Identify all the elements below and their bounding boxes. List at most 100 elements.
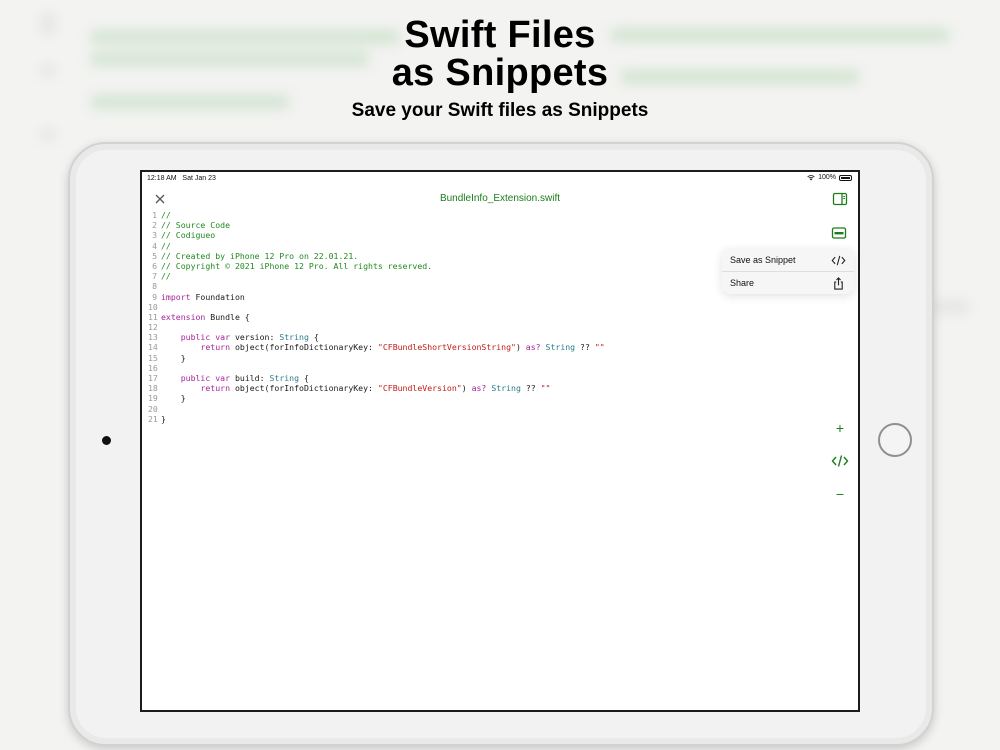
code-token: Bundle {	[205, 311, 250, 322]
code-line: 5 // Created by iPhone 12 Pro on 22.01.21…	[148, 251, 605, 261]
code-token: String	[279, 332, 309, 343]
code-token: Foundation	[190, 291, 245, 302]
menu-item-save-as-snippet[interactable]: Save as Snippet	[722, 249, 854, 271]
zoom-out-button[interactable]: −	[830, 484, 850, 504]
code-line: 13 public var version: String {	[148, 332, 605, 342]
insert-code-button[interactable]	[830, 451, 850, 471]
line-number: 17	[148, 373, 158, 383]
code-token: )	[515, 342, 526, 353]
code-token: var	[215, 332, 231, 343]
side-toolbar: + −	[830, 418, 850, 517]
line-number: 19	[148, 393, 158, 404]
code-line: 12	[148, 322, 605, 332]
front-camera	[102, 436, 111, 445]
code-token: return	[200, 342, 231, 353]
code-token: return	[200, 383, 231, 394]
line-number: 5	[152, 250, 157, 261]
code-line: 17 public var build: String {	[148, 373, 605, 383]
code-line: 18 return object(forInfoDictionaryKey: "…	[148, 383, 605, 393]
code-token: )	[461, 383, 472, 394]
code-token: String	[545, 342, 576, 353]
code-line: 20	[148, 404, 605, 414]
code-line: 11 extension Bundle {	[148, 312, 605, 322]
line-number: 8	[152, 281, 157, 292]
code-token: ??	[575, 342, 595, 353]
status-bar: 12:18 AM Sat Jan 23 100%	[142, 172, 858, 186]
code-token: object(forInfoDictionaryKey:	[230, 342, 378, 353]
snippet-menu-icon[interactable]	[831, 225, 847, 241]
code-token: }	[161, 352, 186, 363]
line-number: 14	[148, 342, 158, 353]
code-token: ""	[540, 383, 551, 394]
code-token: String	[491, 383, 521, 394]
code-brackets-icon	[831, 455, 849, 467]
home-button[interactable]	[878, 423, 912, 457]
battery-percent: 100%	[818, 174, 836, 181]
code-line: 1 //	[148, 210, 605, 220]
status-time-value: 12:18 AM	[147, 175, 177, 182]
file-name-title: BundleInfo_Extension.swift	[439, 193, 561, 204]
code-line: 21}	[148, 414, 605, 424]
code-line: 14 return object(forInfoDictionaryKey: "…	[148, 342, 605, 352]
code-token: extension	[161, 311, 206, 322]
code-line: 6 // Copyright © 2021 iPhone 12 Pro. All …	[148, 261, 605, 271]
sidebar-toggle-icon[interactable]	[832, 191, 848, 207]
marketing-headline: Swift Files as Snippets Save your Swift …	[0, 16, 1000, 122]
code-token: // Created by iPhone 12 Pro on 22.01.21.	[161, 250, 359, 261]
headline-title-line2: as Snippets	[391, 52, 609, 94]
status-indicators: 100%	[807, 174, 852, 181]
line-number: 3	[152, 230, 157, 241]
code-token: "CFBundleShortVersionString"	[377, 342, 516, 353]
line-number: 12	[148, 322, 158, 333]
code-line: 4 //	[148, 241, 605, 251]
line-number: 11	[148, 311, 158, 322]
code-token: ??	[520, 383, 541, 394]
minus-icon: −	[835, 486, 845, 502]
battery-icon	[839, 174, 852, 181]
zoom-in-button[interactable]: +	[830, 418, 850, 438]
code-line: 15 }	[148, 353, 605, 363]
code-editor[interactable]: 1 // 2 // Source Code 3 // Codigueo 4 // 5 // Cre…	[148, 210, 605, 424]
line-number: 4	[152, 240, 157, 251]
code-token: }	[161, 393, 186, 404]
code-token: // Codigueo	[161, 230, 216, 241]
code-token: var	[215, 373, 231, 383]
code-token: //	[161, 271, 171, 282]
code-token: {	[308, 332, 319, 343]
code-line: 8	[148, 281, 605, 291]
plus-icon: +	[835, 420, 845, 436]
wifi-icon	[807, 174, 815, 180]
line-number: 7	[152, 271, 157, 282]
line-number: 18	[148, 383, 158, 394]
code-line: 9 import Foundation	[148, 292, 605, 302]
line-number: 6	[152, 260, 157, 271]
code-token: version:	[230, 332, 280, 343]
code-token: public	[180, 373, 211, 383]
code-token: String	[269, 373, 300, 383]
menu-item-share[interactable]: Share	[722, 271, 854, 294]
code-line: 16	[148, 363, 605, 373]
line-number: 1	[152, 210, 157, 220]
line-number: 10	[148, 301, 158, 312]
code-line: 2 // Source Code	[148, 220, 605, 230]
menu-item-label: Save as Snippet	[730, 255, 796, 265]
code-token: // Source Code	[161, 220, 231, 231]
code-token: }	[161, 413, 166, 424]
headline-subtitle: Save your Swift files as Snippets	[351, 100, 649, 121]
code-token: "CFBundleVersion"	[377, 383, 462, 394]
line-number: 2	[152, 220, 157, 231]
line-number: 9	[152, 291, 157, 302]
code-line: 7 //	[148, 271, 605, 281]
line-number: 15	[148, 352, 158, 363]
context-menu: Save as Snippet Share	[722, 249, 854, 294]
code-token: //	[161, 210, 171, 220]
code-token: as?	[471, 383, 487, 394]
code-line: 3 // Codigueo	[148, 230, 605, 240]
code-token: // Copyright © 2021 iPhone 12 Pro. All r…	[161, 260, 433, 271]
line-number: 20	[148, 403, 158, 414]
code-token: import	[161, 291, 191, 302]
